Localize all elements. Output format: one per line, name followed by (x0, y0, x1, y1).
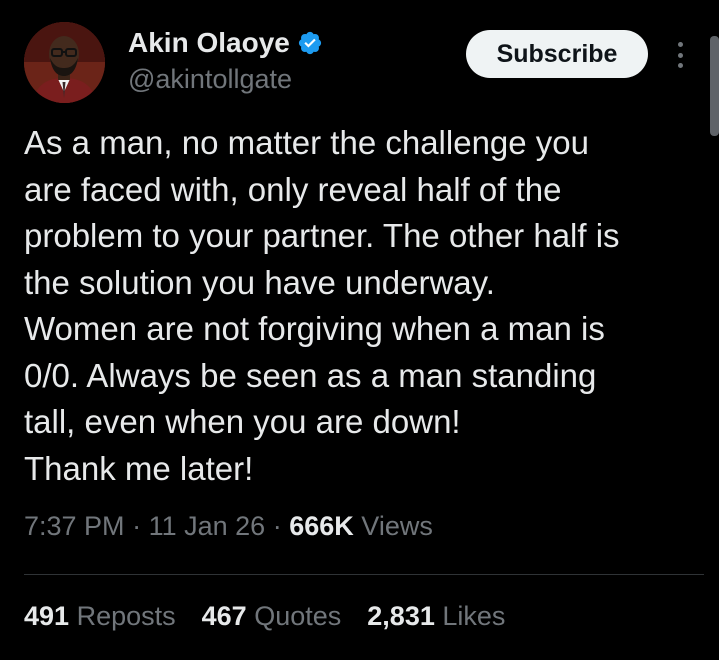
scrollbar-thumb[interactable] (710, 36, 719, 136)
avatar-image (24, 22, 105, 103)
tweet-card: Akin Olaoye @akintollgate Subscribe As a… (0, 0, 719, 660)
tweet-time[interactable]: 7:37 PM (24, 511, 125, 541)
more-vertical-icon[interactable] (670, 40, 690, 70)
quotes-label: Quotes (254, 601, 342, 631)
divider (24, 574, 704, 575)
likes-stat[interactable]: 2,831 Likes (367, 598, 505, 634)
tweet-text-line: Thank me later! (24, 449, 254, 487)
tweet-text-line: problem to your partner. The other half … (24, 217, 620, 254)
subscribe-button[interactable]: Subscribe (466, 30, 648, 78)
tweet-text-line: As a man, no matter the challenge you (24, 124, 589, 161)
tweet-text-line: Women are not forgiving when a man is (24, 310, 605, 347)
views-count: 666K (289, 511, 354, 541)
verified-badge-icon[interactable] (297, 30, 323, 56)
engagement-stats: 491 Reposts 467 Quotes 2,831 Likes (24, 598, 505, 634)
tweet-text-line: tall, even when you are down! (24, 403, 461, 440)
reposts-count: 491 (24, 601, 70, 631)
meta-separator: · (272, 511, 282, 541)
tweet-text-line: the solution you have underway. (24, 263, 495, 301)
avatar[interactable] (24, 22, 105, 103)
meta-separator: · (132, 511, 142, 541)
quotes-count: 467 (201, 601, 247, 631)
tweet-text: As a man, no matter the challenge you ar… (24, 120, 704, 492)
tweet-text-line: are faced with, only reveal half of the (24, 170, 562, 208)
quotes-stat[interactable]: 467 Quotes (202, 598, 342, 634)
author-name-row: Akin Olaoye (128, 27, 323, 59)
author-display-name[interactable]: Akin Olaoye (128, 27, 290, 59)
author-handle[interactable]: @akintollgate (128, 64, 292, 94)
likes-label: Likes (442, 601, 506, 631)
likes-count: 2,831 (367, 601, 435, 631)
more-dot (677, 42, 683, 47)
more-dot (677, 52, 683, 58)
tweet-date[interactable]: 11 Jan 26 (149, 511, 266, 541)
views-label: Views (361, 511, 433, 541)
more-dot (677, 63, 683, 68)
tweet-meta: 7:37 PM · 11 Jan 26 · 666K Views (24, 508, 433, 544)
tweet-text-line: 0/0. Always be seen as a man standing (24, 356, 597, 394)
reposts-label: Reposts (76, 601, 176, 631)
reposts-stat[interactable]: 491 Reposts (24, 598, 176, 634)
